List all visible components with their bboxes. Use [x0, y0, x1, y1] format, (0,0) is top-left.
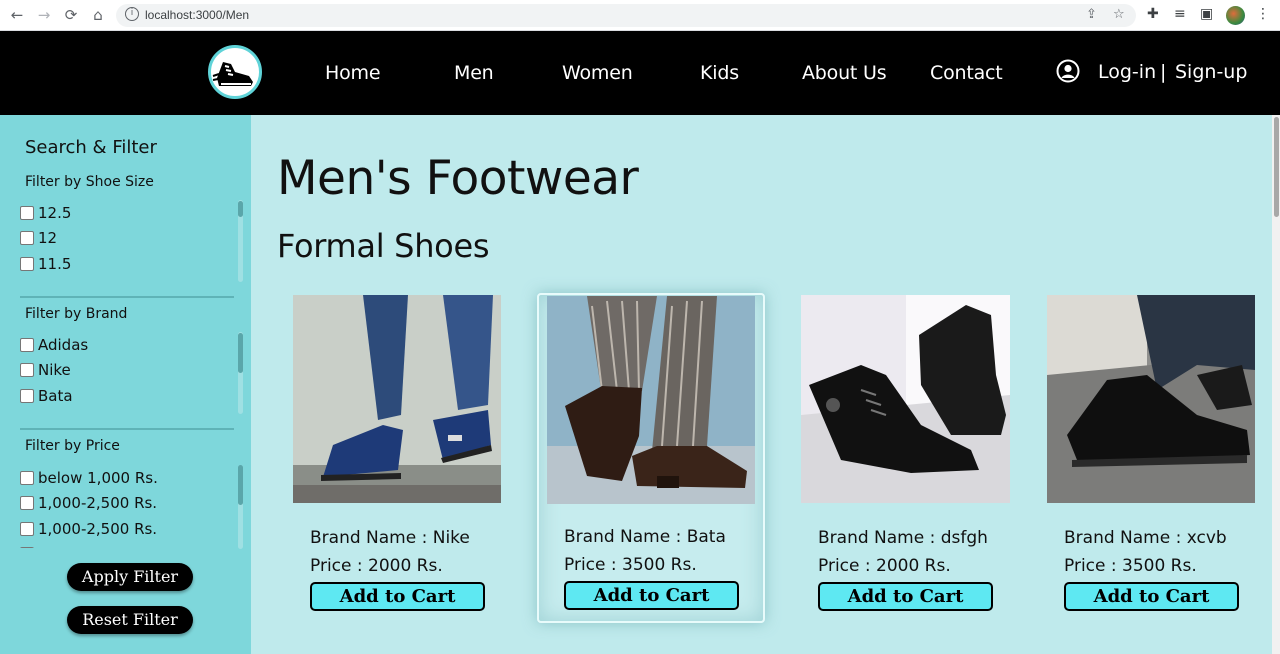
checkbox[interactable]	[20, 337, 34, 352]
extensions-icon[interactable]: ✚	[1147, 6, 1159, 22]
brand-option[interactable]	[20, 409, 242, 413]
product-image[interactable]	[547, 296, 755, 504]
page-title: Men's Footwear	[277, 151, 639, 206]
product-brand: Brand Name : Nike	[310, 528, 470, 548]
price-list-scrollbar[interactable]	[238, 465, 243, 505]
size-list-scrollbar[interactable]	[238, 201, 243, 217]
section-title: Formal Shoes	[277, 227, 490, 265]
checkbox[interactable]	[20, 470, 34, 485]
signup-link[interactable]: Sign-up	[1175, 61, 1247, 83]
product-image[interactable]	[801, 295, 1010, 503]
checkbox[interactable]	[20, 496, 34, 511]
size-option[interactable]: 12.5	[20, 200, 242, 226]
product-image[interactable]	[1047, 295, 1255, 503]
size-filter-title: Filter by Shoe Size	[25, 174, 154, 190]
add-to-cart-button[interactable]: Add to Cart	[564, 581, 739, 610]
product-brand: Brand Name : xcvb	[1064, 528, 1227, 548]
add-to-cart-button[interactable]: Add to Cart	[818, 582, 993, 611]
browser-toolbar: ← → ⟳ ⌂ i localhost:3000/Men ⇪ ☆ ✚ ≡ ▣ ⋮	[0, 0, 1280, 31]
size-option[interactable]	[20, 277, 242, 281]
divider	[20, 296, 234, 298]
auth-separator: |	[1160, 61, 1167, 83]
price-filter-title: Filter by Price	[25, 438, 120, 454]
brand-option[interactable]: Nike	[20, 358, 242, 384]
price-option[interactable]: below 1,000 Rs.	[20, 465, 242, 491]
media-icon[interactable]: ≡	[1174, 6, 1186, 22]
brand-option[interactable]: Bata	[20, 383, 242, 409]
size-option[interactable]: 11.5	[20, 251, 242, 277]
home-icon[interactable]: ⌂	[89, 6, 107, 24]
nav-contact[interactable]: Contact	[930, 62, 1003, 84]
reset-filter-button[interactable]: Reset Filter	[67, 606, 193, 634]
main-content: Men's Footwear Formal Shoes Brand Name :…	[251, 115, 1272, 654]
checkbox[interactable]	[20, 256, 34, 271]
product-price: Price : 2000 Rs.	[310, 556, 443, 576]
divider	[20, 428, 234, 430]
user-account-icon[interactable]	[1056, 59, 1080, 83]
brand-option[interactable]: Adidas	[20, 332, 242, 358]
brand-filter-title: Filter by Brand	[25, 306, 128, 322]
size-option[interactable]: 12	[20, 226, 242, 252]
checkbox[interactable]	[20, 388, 34, 403]
share-icon[interactable]: ⇪	[1086, 7, 1097, 22]
apply-filter-button[interactable]: Apply Filter	[67, 563, 193, 591]
sidebar-title: Search & Filter	[25, 137, 157, 158]
product-brand: Brand Name : dsfgh	[818, 528, 988, 548]
product-price: Price : 3500 Rs.	[564, 555, 697, 575]
product-image[interactable]	[293, 295, 501, 503]
price-filter-list[interactable]: below 1,000 Rs. 1,000-2,500 Rs. 1,000-2,…	[20, 465, 242, 548]
site-info-icon[interactable]: i	[125, 7, 139, 21]
checkbox[interactable]	[20, 363, 34, 378]
product-card[interactable]: Brand Name : Nike Price : 2000 Rs. Add t…	[283, 295, 511, 625]
price-option[interactable]	[20, 542, 242, 548]
nav-kids[interactable]: Kids	[700, 62, 739, 84]
nav-men[interactable]: Men	[454, 62, 494, 84]
nav-women[interactable]: Women	[562, 62, 633, 84]
product-brand: Brand Name : Bata	[564, 527, 726, 547]
checkbox[interactable]	[20, 521, 34, 536]
price-option[interactable]: 1,000-2,500 Rs.	[20, 516, 242, 542]
brand-list-scrollbar[interactable]	[238, 333, 243, 373]
side-panel-icon[interactable]: ▣	[1200, 6, 1213, 22]
login-link[interactable]: Log-in	[1098, 61, 1156, 83]
page-scrollbar[interactable]	[1274, 117, 1279, 217]
back-icon[interactable]: ←	[8, 6, 26, 24]
product-card[interactable]: Brand Name : dsfgh Price : 2000 Rs. Add …	[791, 295, 1019, 625]
product-card[interactable]: Brand Name : xcvb Price : 3500 Rs. Add t…	[1037, 295, 1265, 625]
forward-icon[interactable]: →	[35, 6, 53, 24]
address-bar[interactable]: i localhost:3000/Men ⇪ ☆	[116, 4, 1136, 27]
url-text[interactable]: localhost:3000/Men	[145, 8, 249, 22]
menu-dots-icon[interactable]: ⋮	[1256, 6, 1270, 22]
brand-filter-list[interactable]: Adidas Nike Bata	[20, 332, 242, 412]
shoe-logo-icon[interactable]	[208, 45, 262, 99]
reload-icon[interactable]: ⟳	[62, 6, 80, 24]
add-to-cart-button[interactable]: Add to Cart	[310, 582, 485, 611]
nav-about-us[interactable]: About Us	[802, 62, 887, 84]
nav-home[interactable]: Home	[325, 62, 381, 84]
filter-sidebar: Search & Filter Filter by Shoe Size 12.5…	[0, 115, 251, 654]
product-card[interactable]: Brand Name : Bata Price : 3500 Rs. Add t…	[537, 293, 765, 623]
site-header: Home Men Women Kids About Us Contact Log…	[0, 31, 1280, 115]
price-option[interactable]: 1,000-2,500 Rs.	[20, 491, 242, 517]
profile-avatar[interactable]	[1226, 6, 1245, 25]
checkbox[interactable]	[20, 231, 34, 246]
product-price: Price : 2000 Rs.	[818, 556, 951, 576]
checkbox[interactable]	[20, 547, 34, 548]
product-price: Price : 3500 Rs.	[1064, 556, 1197, 576]
checkbox[interactable]	[20, 205, 34, 220]
bookmark-star-icon[interactable]: ☆	[1113, 7, 1125, 22]
add-to-cart-button[interactable]: Add to Cart	[1064, 582, 1239, 611]
size-filter-list[interactable]: 12.5 12 11.5	[20, 200, 242, 280]
